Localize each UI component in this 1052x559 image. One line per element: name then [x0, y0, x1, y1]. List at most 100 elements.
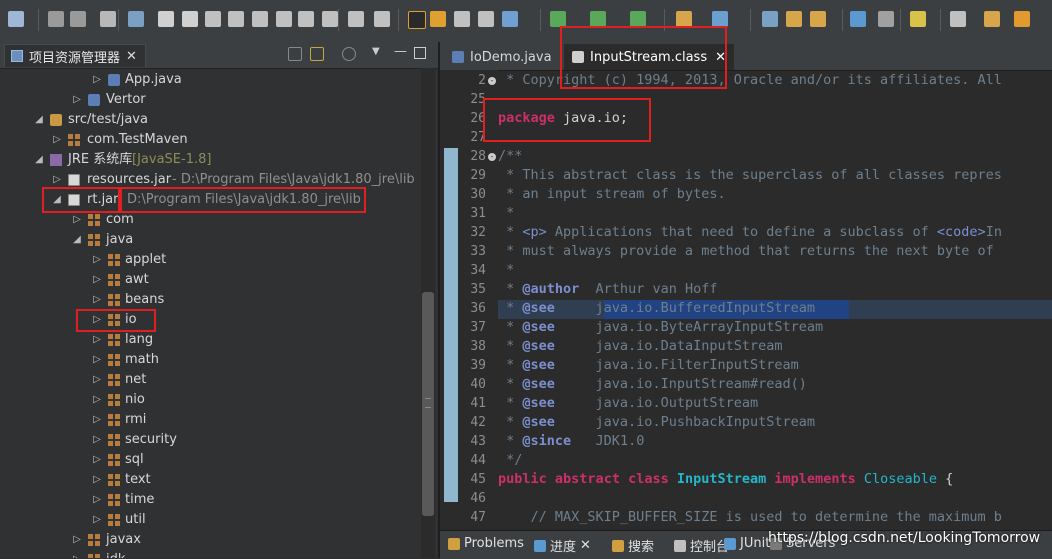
- run-icon[interactable]: [590, 11, 606, 27]
- use-step-filters-icon[interactable]: [348, 11, 364, 27]
- minimize-icon[interactable]: —: [394, 44, 407, 59]
- tree-item[interactable]: ▷ lang: [0, 330, 420, 350]
- expand-arrow-icon[interactable]: ▷: [92, 270, 102, 290]
- tree-item[interactable]: ▷ io: [0, 310, 420, 330]
- tree-item[interactable]: ▷ App.java: [0, 70, 420, 90]
- word-wrap-icon[interactable]: [478, 11, 494, 27]
- expand-arrow-icon[interactable]: ▷: [92, 70, 102, 90]
- step-into-icon[interactable]: [252, 11, 268, 27]
- prev-annotation-icon[interactable]: [950, 11, 966, 27]
- tree-item[interactable]: ▷ Vertor: [0, 90, 420, 110]
- collapse-all-icon[interactable]: [288, 47, 302, 61]
- package-icon: [88, 214, 100, 226]
- tree-item[interactable]: ◢ src/test/java: [0, 110, 420, 130]
- next-annotation-icon[interactable]: [910, 11, 926, 27]
- tree-item[interactable]: ◢ JRE 系统库 [JavaSE-1.8]: [0, 150, 420, 170]
- tree-item[interactable]: ▷ text: [0, 470, 420, 490]
- tab-problems[interactable]: Problems: [448, 536, 524, 551]
- tree-item[interactable]: ▷ net: [0, 370, 420, 390]
- step-return-icon[interactable]: [298, 11, 314, 27]
- tree-item[interactable]: ▷ math: [0, 350, 420, 370]
- expand-arrow-icon[interactable]: ▷: [92, 350, 102, 370]
- collapse-arrow-icon[interactable]: ◢: [34, 150, 44, 170]
- view-menu-icon[interactable]: ▼: [372, 46, 380, 57]
- expand-arrow-icon[interactable]: ▷: [92, 410, 102, 430]
- tab-iodemo-java[interactable]: IoDemo.java: [444, 44, 560, 70]
- filter-icon[interactable]: [342, 47, 356, 61]
- tab-console[interactable]: 控制台: [674, 536, 729, 555]
- expand-arrow-icon[interactable]: ▷: [72, 530, 82, 550]
- tree-item[interactable]: ▷ javax: [0, 530, 420, 550]
- external-tools-icon[interactable]: [502, 11, 518, 27]
- tree-item[interactable]: ▷ util: [0, 510, 420, 530]
- expand-arrow-icon[interactable]: ▷: [92, 470, 102, 490]
- expand-arrow-icon[interactable]: ▷: [92, 430, 102, 450]
- save-all-icon[interactable]: [70, 11, 86, 27]
- expand-arrow-icon[interactable]: ▷: [92, 450, 102, 470]
- expand-arrow-icon[interactable]: ▷: [92, 250, 102, 270]
- mark-occurrences-icon[interactable]: [408, 11, 426, 29]
- open-declaration-icon[interactable]: [374, 11, 390, 27]
- suspend-icon[interactable]: [182, 11, 198, 27]
- debug-icon[interactable]: [550, 11, 566, 27]
- tree-item[interactable]: ▷ jdk: [0, 550, 420, 558]
- new-class-icon[interactable]: [712, 11, 728, 27]
- globe-icon[interactable]: [850, 11, 866, 27]
- highlight-box-rt-jar-path: [120, 187, 366, 213]
- expand-arrow-icon[interactable]: ▷: [52, 130, 62, 150]
- toolbar-separator: [940, 9, 941, 31]
- tree-item[interactable]: ▷ rmi: [0, 410, 420, 430]
- last-edit-icon[interactable]: [984, 11, 1000, 27]
- show-whitespace-icon[interactable]: [454, 11, 470, 27]
- new-icon[interactable]: [8, 11, 24, 27]
- expand-arrow-icon[interactable]: ▷: [92, 490, 102, 510]
- tree-item[interactable]: ▷ nio: [0, 390, 420, 410]
- open-task-icon[interactable]: [786, 11, 802, 27]
- tree-item[interactable]: ▷ awt: [0, 270, 420, 290]
- close-icon[interactable]: ✕: [126, 49, 137, 64]
- expand-arrow-icon[interactable]: ▷: [92, 390, 102, 410]
- terminate-icon[interactable]: [205, 11, 221, 27]
- tab-search[interactable]: 搜索: [612, 536, 654, 555]
- expand-arrow-icon[interactable]: ▷: [92, 370, 102, 390]
- search-icon[interactable]: [810, 11, 826, 27]
- collapse-arrow-icon[interactable]: ◢: [72, 230, 82, 250]
- print-icon[interactable]: [100, 11, 116, 27]
- expand-arrow-icon[interactable]: ▷: [92, 330, 102, 350]
- tree-item[interactable]: ◢ java: [0, 230, 420, 250]
- expand-arrow-icon[interactable]: ▷: [72, 90, 82, 110]
- tab-junit[interactable]: JUnit: [724, 536, 770, 551]
- disconnect-icon[interactable]: [228, 11, 244, 27]
- maximize-icon[interactable]: [414, 47, 426, 59]
- tree-item[interactable]: ▷ security: [0, 430, 420, 450]
- toggle-block-selection-icon[interactable]: [430, 11, 446, 27]
- tools-icon[interactable]: [878, 11, 894, 27]
- tree-item[interactable]: ▷ time: [0, 490, 420, 510]
- tab-progress[interactable]: 进度 ✕: [534, 536, 591, 555]
- run-last-icon[interactable]: [630, 11, 646, 27]
- back-icon[interactable]: [1014, 11, 1030, 27]
- save-icon[interactable]: [48, 11, 64, 27]
- new-java-project-icon[interactable]: [676, 11, 692, 27]
- skip-breakpoints-icon[interactable]: [128, 11, 144, 27]
- link-with-editor-icon[interactable]: [310, 47, 324, 61]
- expand-arrow-icon[interactable]: ▷: [92, 290, 102, 310]
- collapse-arrow-icon[interactable]: ◢: [34, 110, 44, 130]
- step-over-icon[interactable]: [276, 11, 292, 27]
- tree-item[interactable]: ▷ applet: [0, 250, 420, 270]
- drop-to-frame-icon[interactable]: [322, 11, 338, 27]
- fold-toggle-icon[interactable]: -: [488, 153, 496, 161]
- open-type-icon[interactable]: [762, 11, 778, 27]
- fold-toggle-icon[interactable]: -: [488, 77, 496, 85]
- tree-item[interactable]: ▷ beans: [0, 290, 420, 310]
- resume-icon[interactable]: [158, 11, 174, 27]
- close-icon[interactable]: ✕: [580, 538, 591, 553]
- expand-arrow-icon[interactable]: ▷: [72, 210, 82, 230]
- expand-arrow-icon[interactable]: ▷: [72, 550, 82, 558]
- expand-arrow-icon[interactable]: ▷: [92, 510, 102, 530]
- tab-project-explorer[interactable]: 项目资源管理器 ✕: [4, 44, 146, 67]
- tree-item-detail: [JavaSE-1.8]: [132, 152, 212, 167]
- tree-item[interactable]: ▷ com.TestMaven: [0, 130, 420, 150]
- tree-item[interactable]: ▷ sql: [0, 450, 420, 470]
- tree-item[interactable]: ▷ com: [0, 210, 420, 230]
